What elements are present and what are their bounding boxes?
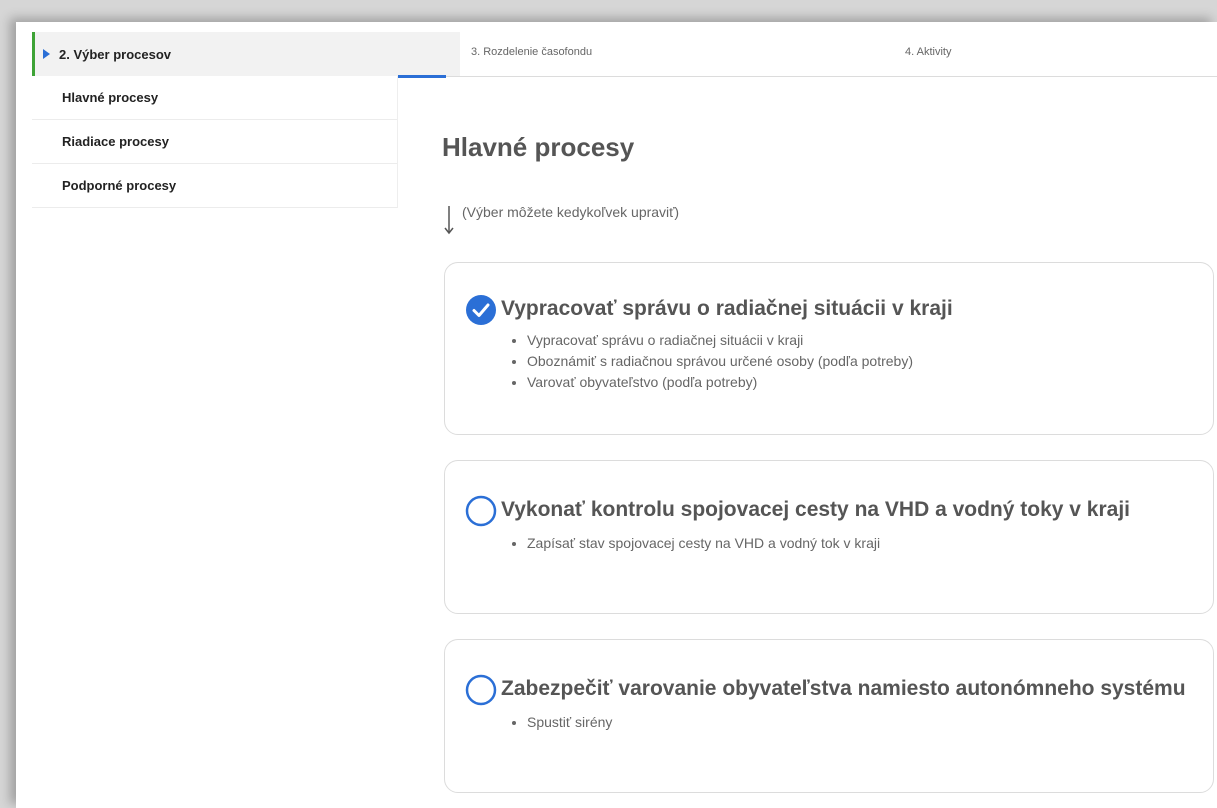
empty-circle-icon[interactable] <box>465 674 497 706</box>
app-frame: 2. Výber procesov 3. Rozdelenie časofond… <box>16 22 1217 808</box>
process-activity-list: Zapísať stav spojovacej cesty na VHD a v… <box>445 533 1213 554</box>
process-card-3[interactable]: Zabezpečiť varovanie obyvateľstva namies… <box>444 639 1214 793</box>
process-card-1[interactable]: Vypracovať správu o radiačnej situácii v… <box>444 262 1214 435</box>
process-activity-list: Vypracovať správu o radiačnej situácii v… <box>445 330 1213 393</box>
list-item: Zapísať stav spojovacej cesty na VHD a v… <box>527 533 1213 554</box>
sidebar-item-podporne-procesy[interactable]: Podporné procesy <box>32 164 397 208</box>
arrow-down-icon <box>444 206 454 235</box>
list-item: Vypracovať správu o radiačnej situácii v… <box>527 330 1213 351</box>
list-item: Spustiť sirény <box>527 712 1213 733</box>
selection-hint: (Výber môžete kedykoľvek upraviť) <box>442 204 679 236</box>
list-item: Oboznámiť s radiačnou správou určené oso… <box>527 351 1213 372</box>
step-tabs: 2. Výber procesov 3. Rozdelenie časofond… <box>16 22 1217 78</box>
process-card-2[interactable]: Vykonať kontrolu spojovacej cesty na VHD… <box>444 460 1214 614</box>
empty-circle-icon[interactable] <box>465 495 497 527</box>
check-circle-icon[interactable] <box>465 294 497 326</box>
process-activity-list: Spustiť sirény <box>445 712 1213 733</box>
step-tab-label: 2. Výber procesov <box>59 46 171 62</box>
caret-right-icon <box>43 49 50 59</box>
list-item: Varovať obyvateľstvo (podľa potreby) <box>527 372 1213 393</box>
step-tab-rozdelenie-casofondu[interactable]: 3. Rozdelenie časofondu <box>471 46 592 58</box>
process-title: Vypracovať správu o radiačnej situácii v… <box>501 297 953 320</box>
hint-text: (Výber môžete kedykoľvek upraviť) <box>462 204 680 220</box>
step-divider <box>446 76 1217 77</box>
step-tab-vyber-procesov[interactable]: 2. Výber procesov <box>32 32 460 76</box>
process-title: Zabezpečiť varovanie obyvateľstva namies… <box>501 677 1186 700</box>
page-title: Hlavné procesy <box>442 132 635 162</box>
sidebar: Hlavné procesy Riadiace procesy Podporné… <box>32 76 398 208</box>
sidebar-item-hlavne-procesy[interactable]: Hlavné procesy <box>32 76 397 120</box>
active-step-indicator <box>398 75 446 78</box>
process-title: Vykonať kontrolu spojovacej cesty na VHD… <box>501 498 1130 521</box>
step-tab-aktivity[interactable]: 4. Aktivity <box>905 46 951 58</box>
sidebar-item-riadiace-procesy[interactable]: Riadiace procesy <box>32 120 397 164</box>
